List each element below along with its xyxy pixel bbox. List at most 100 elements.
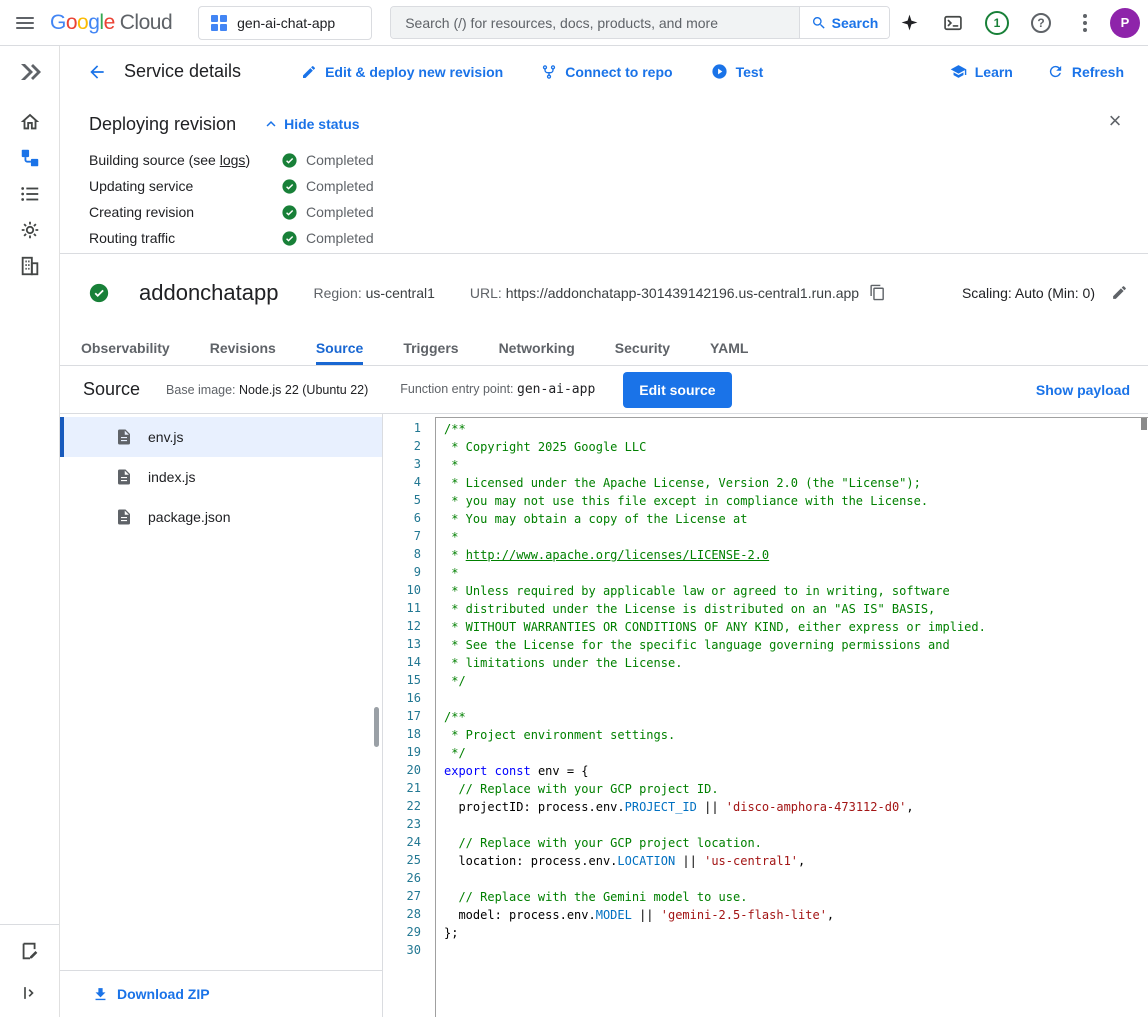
line-numbers: 1234567891011121314151617181920212223242… — [383, 417, 435, 1017]
search-button[interactable]: Search — [799, 7, 889, 38]
code-editor[interactable]: 1234567891011121314151617181920212223242… — [383, 414, 1148, 1017]
pencil-icon — [301, 64, 317, 80]
more-options-button[interactable] — [1066, 4, 1104, 42]
file-item-env.js[interactable]: env.js — [60, 417, 382, 457]
tab-source[interactable]: Source — [316, 331, 363, 365]
tab-triggers[interactable]: Triggers — [403, 331, 458, 365]
hide-status-label: Hide status — [284, 116, 359, 132]
chevron-up-icon — [262, 115, 280, 133]
hide-status-toggle[interactable]: Hide status — [262, 115, 359, 133]
cloud-shell-button[interactable] — [934, 4, 972, 42]
topbar-right-actions: 1 ? P — [890, 4, 1140, 42]
copy-url-button[interactable] — [869, 284, 886, 301]
edit-scaling-button[interactable] — [1111, 284, 1128, 301]
step-status: Completed — [306, 204, 374, 220]
check-circle-icon — [281, 230, 298, 247]
connect-repo-button[interactable]: Connect to repo — [541, 64, 672, 80]
search-input[interactable] — [405, 15, 799, 31]
logs-link[interactable]: logs — [220, 152, 246, 168]
file-icon — [115, 468, 133, 486]
search-button-label: Search — [832, 15, 879, 31]
deploy-step: Creating revisionCompleted — [89, 199, 1124, 225]
code-content[interactable]: /** * Copyright 2025 Google LLC * * Lice… — [435, 417, 1148, 1017]
check-circle-icon — [281, 152, 298, 169]
download-zip-button[interactable]: Download ZIP — [60, 970, 382, 1017]
edit-source-button[interactable]: Edit source — [623, 372, 731, 408]
action-bar: Service details Edit & deploy new revisi… — [60, 46, 1148, 97]
back-arrow-icon — [87, 62, 107, 82]
service-scaling: Scaling: Auto (Min: 0) — [962, 284, 1128, 301]
editor-scrollbar-thumb[interactable] — [1141, 418, 1147, 430]
region-value: us-central1 — [366, 285, 435, 301]
gemini-button[interactable] — [890, 4, 928, 42]
file-icon — [115, 428, 133, 446]
service-ok-icon — [88, 282, 110, 304]
expand-nav-button[interactable] — [12, 975, 48, 1011]
tab-networking[interactable]: Networking — [499, 331, 575, 365]
close-icon: × — [1109, 108, 1122, 134]
google-logo-word: Google — [50, 11, 115, 35]
file-item-index.js[interactable]: index.js — [60, 457, 382, 497]
service-name: addonchatapp — [139, 280, 278, 306]
nav-worker-pools[interactable] — [12, 212, 48, 248]
help-button[interactable]: ? — [1022, 4, 1060, 42]
kebab-icon — [1083, 14, 1087, 32]
scrollbar-thumb[interactable] — [374, 707, 379, 747]
nav-services[interactable] — [12, 140, 48, 176]
learn-label: Learn — [975, 64, 1013, 80]
global-search: Search — [390, 6, 890, 39]
test-button[interactable]: Test — [711, 63, 764, 80]
building-icon — [19, 255, 41, 277]
base-image-label: Base image: — [166, 383, 235, 397]
avatar[interactable]: P — [1110, 8, 1140, 38]
terminal-icon — [943, 13, 963, 33]
step-status: Completed — [306, 230, 374, 246]
release-notes-button[interactable] — [12, 933, 48, 969]
refresh-icon — [1047, 63, 1064, 80]
edit-scaling-pencil-icon — [1111, 284, 1128, 301]
notifications-button[interactable]: 1 — [978, 4, 1016, 42]
entry-point-value: gen-ai-app — [517, 382, 595, 397]
doc-edit-icon — [19, 940, 41, 962]
close-panel-button[interactable]: × — [1099, 105, 1131, 137]
file-name: package.json — [148, 509, 231, 525]
project-icon — [211, 15, 227, 31]
tab-observability[interactable]: Observability — [81, 331, 170, 365]
file-name: index.js — [148, 469, 195, 485]
hamburger-icon — [16, 17, 34, 29]
file-item-package.json[interactable]: package.json — [60, 497, 382, 537]
back-button[interactable] — [78, 53, 116, 91]
cloud-logo-word: Cloud — [120, 11, 172, 35]
notification-badge: 1 — [985, 11, 1009, 35]
edit-deploy-button[interactable]: Edit & deploy new revision — [301, 64, 503, 80]
top-bar: Google Cloud gen-ai-chat-app Search 1 ? … — [0, 0, 1148, 46]
file-list: env.js index.js package.json Download ZIP — [60, 414, 383, 1017]
nav-domains[interactable] — [12, 248, 48, 284]
home-icon — [19, 111, 41, 133]
refresh-button[interactable]: Refresh — [1047, 63, 1124, 80]
service-url: URL: https://addonchatapp-301439142196.u… — [470, 285, 859, 301]
tab-revisions[interactable]: Revisions — [210, 331, 276, 365]
base-image-value: Node.js 22 (Ubuntu 22) — [239, 383, 368, 397]
search-field[interactable] — [391, 7, 799, 38]
learn-button[interactable]: Learn — [950, 63, 1013, 80]
nav-home[interactable] — [12, 104, 48, 140]
deploy-step: Routing trafficCompleted — [89, 225, 1124, 251]
check-circle-icon — [281, 178, 298, 195]
deploy-step: Building source (see logs)Completed — [89, 147, 1124, 173]
check-circle-icon — [281, 204, 298, 221]
nav-jobs[interactable] — [12, 176, 48, 212]
learn-icon — [950, 63, 967, 80]
repo-branch-icon — [541, 64, 557, 80]
show-payload-link[interactable]: Show payload — [1036, 382, 1130, 398]
file-icon — [115, 508, 133, 526]
tab-security[interactable]: Security — [615, 331, 670, 365]
main-menu-button[interactable] — [6, 4, 44, 42]
download-zip-label: Download ZIP — [117, 986, 210, 1002]
edit-deploy-label: Edit & deploy new revision — [325, 64, 503, 80]
deploy-steps: Building source (see logs)CompletedUpdat… — [89, 147, 1124, 251]
cloud-run-logo[interactable] — [12, 54, 48, 90]
tab-yaml[interactable]: YAML — [710, 331, 748, 365]
project-selector[interactable]: gen-ai-chat-app — [198, 6, 372, 40]
search-icon — [811, 15, 827, 31]
